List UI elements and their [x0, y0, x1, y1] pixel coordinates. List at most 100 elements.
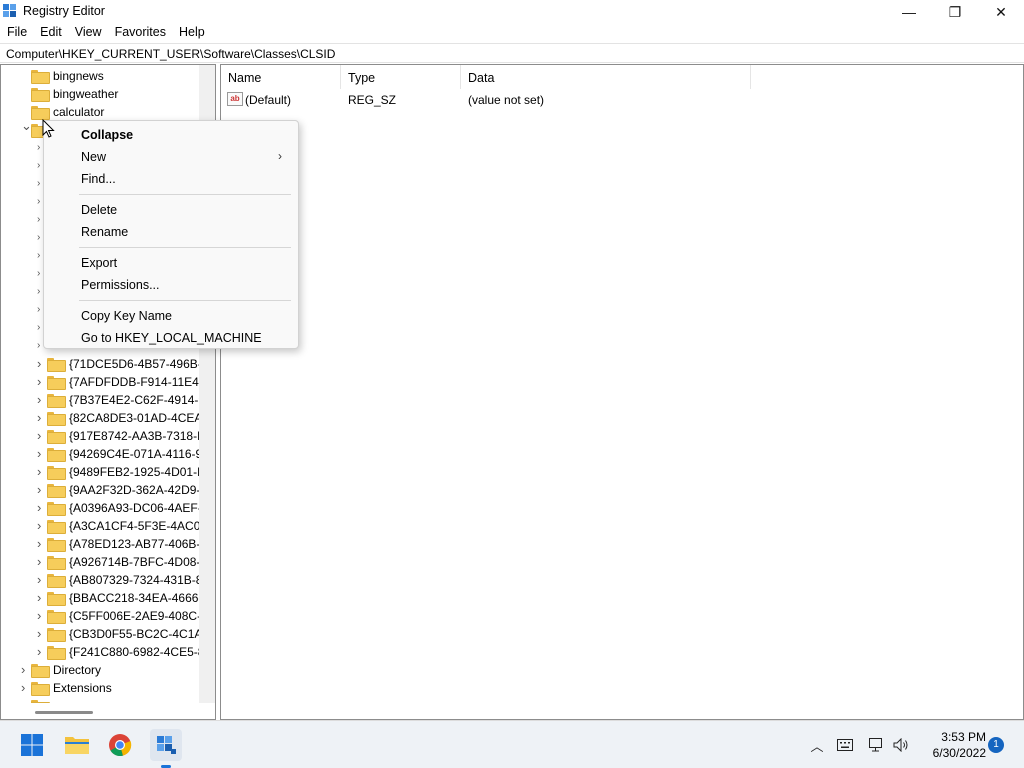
tree-item-clsid-child[interactable]: › {9489FEB2-1925-4D01-B7 — [1, 463, 212, 481]
chevron-right-icon[interactable]: › — [37, 555, 47, 569]
chevron-right-icon[interactable]: › — [37, 375, 47, 389]
start-button[interactable] — [16, 729, 48, 761]
tree-item-clsid-child[interactable]: › {7B37E4E2-C62F-4914-96 — [1, 391, 212, 409]
close-icon: ✕ — [995, 3, 1007, 20]
context-menu-export[interactable]: Export — [48, 252, 294, 274]
folder-icon — [47, 502, 66, 516]
keyboard-icon[interactable] — [836, 736, 854, 754]
tree-item-label: {9489FEB2-1925-4D01-B7 — [69, 465, 212, 479]
taskbar-chrome[interactable] — [104, 729, 136, 761]
start-icon — [21, 734, 43, 756]
tree-item-clsid-child[interactable]: › {94269C4E-071A-4116-90 — [1, 445, 209, 463]
column-header-data[interactable]: Data — [461, 65, 751, 89]
menu-file[interactable]: File — [0, 23, 33, 43]
context-menu-delete[interactable]: Delete — [48, 199, 294, 221]
maximize-button[interactable]: ❐ — [932, 0, 978, 24]
folder-icon — [47, 484, 66, 498]
taskbar-file-explorer[interactable] — [61, 729, 93, 761]
context-menu-rename[interactable]: Rename — [48, 221, 294, 243]
chevron-right-icon[interactable]: › — [37, 627, 47, 641]
chevron-right-icon[interactable]: › — [37, 591, 47, 605]
tree-item-clsid-child[interactable]: › {F241C880-6982-4CE5-8C — [1, 643, 213, 661]
folder-icon — [47, 376, 66, 390]
menu-view[interactable]: View — [68, 23, 108, 43]
tree-item-clsid-child[interactable]: › {C5FF006E-2AE9-408C-B — [1, 607, 209, 625]
folder-icon — [31, 664, 50, 678]
notification-badge[interactable]: 1 — [988, 737, 1004, 753]
tree-item-clsid-child[interactable]: › {BBACC218-34EA-4666-9 — [1, 589, 209, 607]
tree-item-clsid-child[interactable]: › {AB807329-7324-431B-8E — [1, 571, 210, 589]
values-list-pane[interactable]: Name Type Data ab (Default) REG_SZ (valu… — [220, 64, 1024, 720]
menu-favorites[interactable]: Favorites — [108, 23, 172, 43]
clock-date[interactable]: 6/30/2022 — [918, 746, 986, 760]
chevron-right-icon[interactable]: › — [21, 681, 31, 695]
close-button[interactable]: ✕ — [978, 0, 1024, 24]
tree-item-clsid-child[interactable]: › {82CA8DE3-01AD-4CEA- — [1, 409, 206, 427]
menu-help[interactable]: Help — [172, 23, 211, 43]
chevron-right-icon[interactable]: › — [37, 357, 47, 371]
chevron-right-icon[interactable]: › — [21, 663, 31, 677]
mouse-cursor-icon — [42, 119, 55, 138]
chevron-right-icon[interactable]: › — [37, 501, 47, 515]
menu-item-label: Find... — [81, 172, 116, 186]
context-menu-collapse[interactable]: Collapse — [48, 124, 294, 146]
tree-item-clsid-child[interactable]: › {A926714B-7BFC-4D08-A — [1, 553, 208, 571]
taskbar-regedit[interactable] — [150, 729, 182, 768]
chevron-right-icon[interactable]: › — [37, 393, 47, 407]
chevron-right-icon[interactable]: › — [37, 573, 47, 587]
tree-item-label: {BBACC218-34EA-4666-9 — [69, 591, 210, 605]
tree-item-clsid-child[interactable]: › {A3CA1CF4-5F3E-4AC0- — [1, 517, 204, 535]
ab-string-icon: ab — [227, 92, 243, 106]
value-type: REG_SZ — [348, 93, 397, 107]
minimize-button[interactable]: — — [886, 0, 932, 24]
scroll-thumb[interactable] — [35, 711, 93, 714]
tree-item[interactable]: bingnews — [1, 67, 199, 85]
tree-item[interactable]: bingweather — [1, 85, 199, 103]
tree-horizontal-scrollbar[interactable] — [1, 703, 199, 719]
chevron-right-icon[interactable]: › — [37, 411, 47, 425]
title-bar: Registry Editor — ❐ ✕ — [0, 0, 1024, 24]
chevron-right-icon[interactable]: › — [37, 483, 47, 497]
tree-item[interactable]: › Extensions — [1, 679, 199, 697]
folder-icon — [31, 88, 50, 102]
chevron-right-icon[interactable]: › — [37, 447, 47, 461]
tree-item-label: {9AA2F32D-362A-42D9-9 — [69, 483, 208, 497]
chevron-right-icon[interactable]: › — [37, 429, 47, 443]
chevron-right-icon[interactable]: › — [37, 645, 47, 659]
tree-item-clsid-child[interactable]: › {9AA2F32D-362A-42D9-9 — [1, 481, 207, 499]
column-header-name[interactable]: Name — [221, 65, 341, 89]
context-menu-go-to-hkey-local-machine[interactable]: Go to HKEY_LOCAL_MACHINE — [48, 327, 294, 349]
folder-icon — [31, 70, 50, 84]
chevron-right-icon[interactable]: › — [37, 465, 47, 479]
chevron-right-icon[interactable]: › — [37, 519, 47, 533]
chevron-down-icon[interactable]: ⌄ — [21, 119, 32, 133]
tree-item-label: Directory — [53, 663, 102, 677]
context-menu-find[interactable]: Find... — [48, 168, 294, 190]
tree-item-label: {82CA8DE3-01AD-4CEA- — [69, 411, 207, 425]
context-menu-new[interactable]: New › — [48, 146, 294, 168]
clock-time[interactable]: 3:53 PM — [918, 730, 986, 744]
menu-edit[interactable]: Edit — [33, 23, 68, 43]
tree-item-clsid-child[interactable]: › {917E8742-AA3B-7318-FA — [1, 427, 212, 445]
tree-item-clsid-child[interactable]: › {71DCE5D6-4B57-496B-A — [1, 355, 210, 373]
folder-icon — [31, 682, 50, 696]
tree-item-clsid-child[interactable]: › {7AFDFDDB-F914-11E4-8 — [1, 373, 210, 391]
context-menu-copy-key-name[interactable]: Copy Key Name — [48, 305, 294, 327]
column-header-type[interactable]: Type — [341, 65, 461, 89]
menu-item-label: Export — [81, 256, 118, 270]
address-bar[interactable]: Computer\HKEY_CURRENT_USER\Software\Clas… — [0, 43, 1024, 63]
tree-item-clsid-child[interactable]: › {A78ED123-AB77-406B-9 — [1, 535, 207, 553]
value-row[interactable]: ab (Default) REG_SZ (value not set) — [221, 91, 821, 109]
menu-separator — [79, 194, 291, 195]
volume-icon[interactable] — [892, 736, 910, 754]
chevron-right-icon[interactable]: › — [37, 537, 47, 551]
tray-overflow-button[interactable]: ︿ — [808, 736, 826, 754]
network-icon[interactable] — [868, 736, 886, 754]
context-menu-permissions[interactable]: Permissions... — [48, 274, 294, 296]
menu-item-label: Permissions... — [81, 278, 160, 292]
tree-item-clsid-child[interactable]: › {A0396A93-DC06-4AEF-E — [1, 499, 210, 517]
tree-item[interactable]: › Directory — [1, 661, 199, 679]
tree-item-label: bingnews — [53, 69, 104, 83]
chevron-right-icon[interactable]: › — [37, 609, 47, 623]
tree-item-clsid-child[interactable]: › {CB3D0F55-BC2C-4C1A- — [1, 625, 206, 643]
